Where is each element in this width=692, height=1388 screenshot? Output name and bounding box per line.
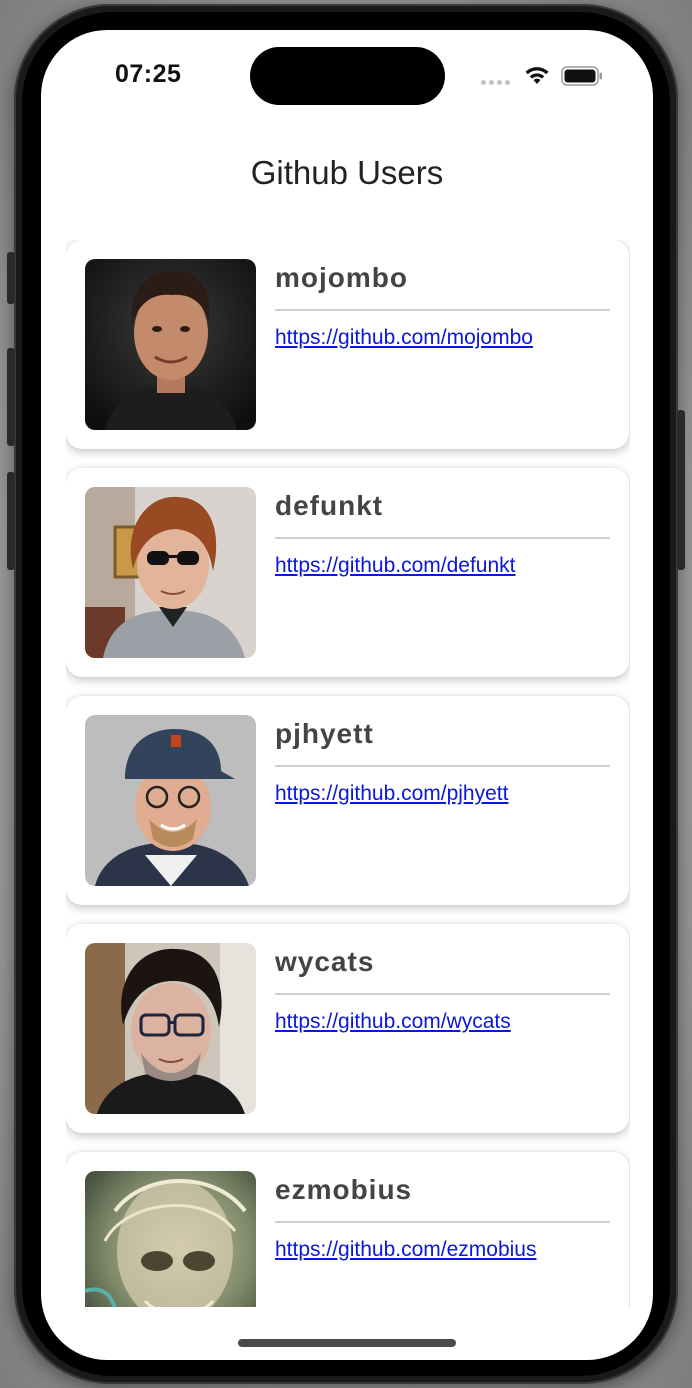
power-button — [677, 410, 685, 570]
divider — [275, 309, 610, 311]
wifi-icon — [523, 64, 551, 86]
username: defunkt — [275, 490, 384, 521]
battery-icon — [561, 66, 603, 86]
divider — [275, 537, 610, 539]
avatar — [85, 1171, 256, 1307]
volume-up-button — [7, 348, 15, 446]
avatar — [85, 259, 256, 430]
profile-link[interactable]: https://github.com/ezmobius — [275, 1238, 536, 1262]
profile-link[interactable]: https://github.com/wycats — [275, 1010, 511, 1034]
status-time: 07:25 — [115, 60, 182, 88]
page-title: Github Users — [250, 154, 444, 191]
user-card[interactable]: defunkt https://github.com/defunkt — [66, 468, 629, 677]
avatar — [85, 487, 256, 658]
cellular-signal-icon — [481, 80, 513, 86]
profile-link[interactable]: https://github.com/mojombo — [275, 326, 533, 350]
home-indicator[interactable] — [238, 1339, 456, 1347]
user-card[interactable]: wycats https://github.com/wycats — [66, 924, 629, 1133]
divider — [275, 765, 610, 767]
avatar — [85, 943, 256, 1114]
username: pjhyett — [275, 718, 374, 749]
action-button — [7, 252, 15, 304]
profile-link[interactable]: https://github.com/defunkt — [275, 554, 515, 578]
username: ezmobius — [275, 1174, 413, 1205]
user-card[interactable]: ezmobius https://github.com/ezmobius — [66, 1152, 629, 1307]
user-card[interactable]: pjhyett https://github.com/pjhyett — [66, 696, 629, 905]
divider — [275, 993, 610, 995]
divider — [275, 1221, 610, 1223]
username: wycats — [275, 946, 375, 977]
volume-down-button — [7, 472, 15, 570]
status-bar: 07:25 — [41, 30, 653, 120]
user-card[interactable]: mojombo https://github.com/mojombo — [66, 240, 629, 449]
dynamic-island — [250, 47, 445, 105]
screen: 07:25 Github Users mojombo https://githu… — [41, 30, 653, 1360]
user-list: mojombo https://github.com/mojombo defun… — [66, 240, 630, 1307]
profile-link[interactable]: https://github.com/pjhyett — [275, 782, 508, 806]
username: mojombo — [275, 262, 408, 293]
avatar — [85, 715, 256, 886]
